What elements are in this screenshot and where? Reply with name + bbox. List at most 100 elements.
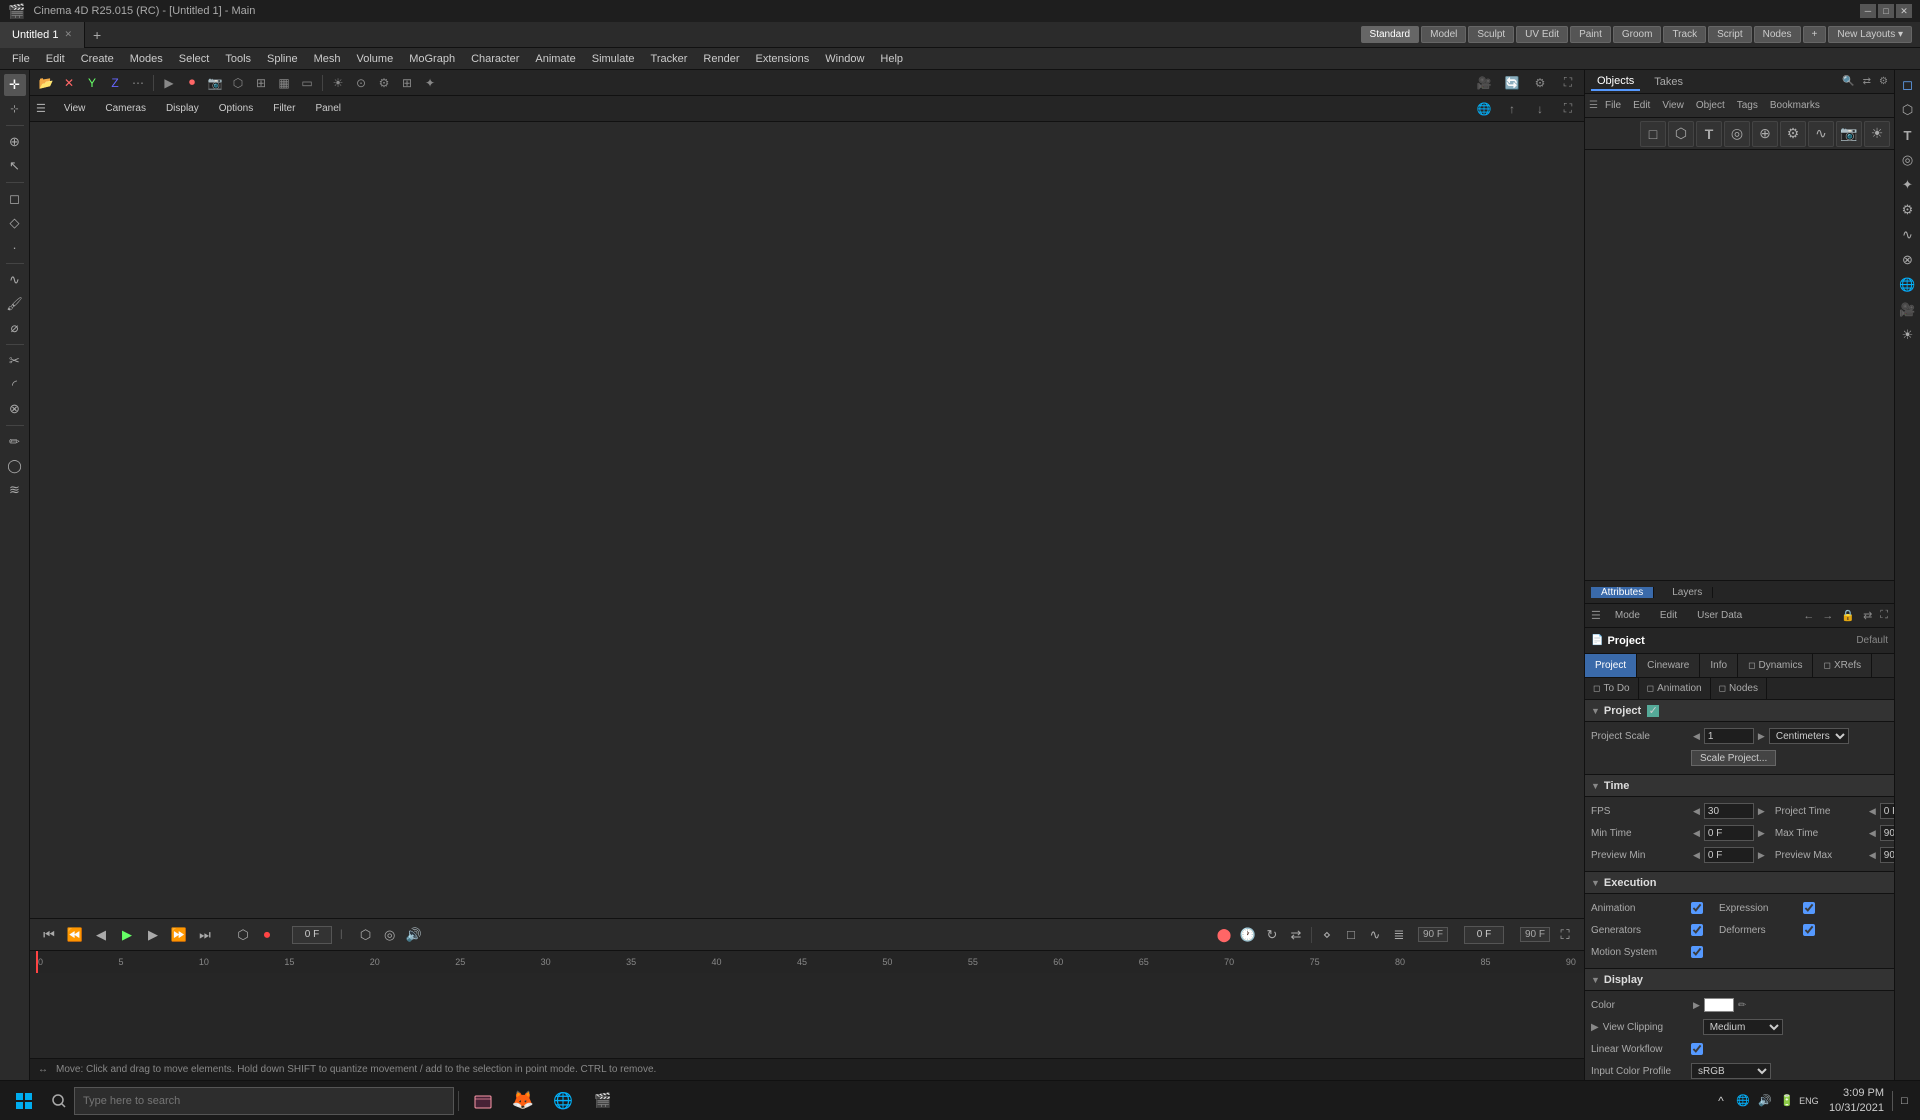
- color-edit-icon[interactable]: ✏: [1736, 1000, 1748, 1011]
- attr-tab-dynamics[interactable]: ◻ Dynamics: [1738, 654, 1813, 677]
- prevmin-arrow-left[interactable]: ◀: [1691, 850, 1702, 861]
- project-time-input[interactable]: [1880, 803, 1894, 819]
- menu-mesh[interactable]: Mesh: [306, 51, 349, 67]
- tl-render-preview[interactable]: ⬤: [1213, 924, 1235, 946]
- close-button[interactable]: ✕: [1896, 4, 1912, 18]
- new-layouts-button[interactable]: New Layouts ▾: [1828, 26, 1912, 43]
- tl-icon-mute[interactable]: 🔊: [403, 924, 425, 946]
- far-right-icon-7[interactable]: ∿: [1897, 224, 1919, 246]
- viewport-icon-cam[interactable]: 📷: [205, 73, 225, 93]
- viewport-icon-line[interactable]: ▭: [297, 73, 317, 93]
- obj-view-menu[interactable]: View: [1657, 99, 1689, 112]
- tl-play[interactable]: ▶: [116, 924, 138, 946]
- obj-icon-deform[interactable]: ∿: [1808, 121, 1834, 147]
- project-scale-arrow-left[interactable]: ◀: [1691, 731, 1702, 742]
- tl-icon-curve2[interactable]: ∿: [1364, 924, 1386, 946]
- tl-key-mode[interactable]: ⬡: [232, 924, 254, 946]
- tool-knife[interactable]: ✂: [4, 350, 26, 372]
- menu-simulate[interactable]: Simulate: [584, 51, 643, 67]
- layout-standard[interactable]: Standard: [1361, 26, 1420, 43]
- taskbar-icon-edge[interactable]: 🌐: [545, 1083, 581, 1119]
- input-color-select[interactable]: sRGB: [1691, 1063, 1771, 1079]
- tl-fullscreen[interactable]: ⛶: [1554, 924, 1576, 946]
- tool-scale[interactable]: ⊹: [4, 98, 26, 120]
- view-clipping-select[interactable]: Medium: [1703, 1019, 1783, 1035]
- viewport-icon-rec[interactable]: ⏺: [182, 73, 202, 93]
- taskbar-search-bar[interactable]: [74, 1087, 454, 1115]
- layout-new[interactable]: +: [1803, 26, 1827, 43]
- viewport-icon-light[interactable]: ☀: [328, 73, 348, 93]
- objects-list-area[interactable]: [1584, 150, 1894, 580]
- viewport-icon-cam2[interactable]: 🎥: [1474, 73, 1494, 93]
- tray-icon-1[interactable]: ^: [1711, 1091, 1731, 1111]
- obj-tags-menu[interactable]: Tags: [1732, 99, 1763, 112]
- linear-workflow-checkbox[interactable]: [1691, 1043, 1703, 1055]
- viewport-icon-play[interactable]: ▶: [159, 73, 179, 93]
- tl-frame-input2[interactable]: [1464, 926, 1504, 944]
- project-scale-input[interactable]: [1704, 728, 1754, 744]
- tl-icon-box[interactable]: □: [1340, 924, 1362, 946]
- layout-track[interactable]: Track: [1663, 26, 1706, 43]
- attr-menu-icon[interactable]: ☰: [1591, 609, 1601, 622]
- tool-sculpt2[interactable]: ⌀: [4, 317, 26, 339]
- tool-lasso[interactable]: ◯: [4, 455, 26, 477]
- attributes-tab[interactable]: Attributes: [1591, 587, 1654, 598]
- menu-spline[interactable]: Spline: [259, 51, 306, 67]
- objects-settings-icon[interactable]: ⚙: [1879, 76, 1888, 87]
- scale-project-button[interactable]: Scale Project...: [1691, 750, 1776, 766]
- layout-paint[interactable]: Paint: [1570, 26, 1611, 43]
- menu-edit[interactable]: Edit: [38, 51, 73, 67]
- taskbar-icon-cinema4d[interactable]: 🎬: [585, 1083, 621, 1119]
- attr-back-icon[interactable]: ←: [1803, 610, 1814, 622]
- project-scale-arrow-right[interactable]: ▶: [1756, 731, 1767, 742]
- tab-untitled1[interactable]: Untitled 1 ✕: [0, 22, 85, 48]
- vp-menu-filter[interactable]: Filter: [267, 102, 301, 115]
- preview-max-input[interactable]: [1880, 847, 1894, 863]
- obj-icon-cam3[interactable]: 📷: [1836, 121, 1862, 147]
- far-right-icon-4[interactable]: ◎: [1897, 149, 1919, 171]
- viewport-icon-render[interactable]: ⊙: [351, 73, 371, 93]
- layout-model[interactable]: Model: [1421, 26, 1466, 43]
- mintime-arrow-left[interactable]: ◀: [1691, 828, 1702, 839]
- far-right-icon-9[interactable]: 🌐: [1897, 274, 1919, 296]
- far-right-icon-1[interactable]: ◻: [1897, 74, 1919, 96]
- vp-menu-options[interactable]: Options: [213, 102, 259, 115]
- tray-battery-icon[interactable]: 🔋: [1777, 1091, 1797, 1111]
- obj-icon-circle[interactable]: ◎: [1724, 121, 1750, 147]
- tab-add-button[interactable]: +: [85, 27, 109, 43]
- objects-tab[interactable]: Objects: [1591, 73, 1640, 91]
- maxtime-arrow-left[interactable]: ◀: [1867, 828, 1878, 839]
- obj-edit-menu[interactable]: Edit: [1628, 99, 1655, 112]
- mintime-arrow-right[interactable]: ▶: [1756, 828, 1767, 839]
- tool-polygon[interactable]: ◻: [4, 188, 26, 210]
- tl-icon-ping[interactable]: ⇄: [1285, 924, 1307, 946]
- tl-record[interactable]: ⏺: [256, 924, 278, 946]
- color-swatch[interactable]: [1704, 998, 1734, 1012]
- min-time-input[interactable]: [1704, 825, 1754, 841]
- objects-sync-icon[interactable]: ⇄: [1863, 76, 1871, 87]
- obj-file-menu[interactable]: File: [1600, 99, 1626, 112]
- menu-help[interactable]: Help: [872, 51, 911, 67]
- objects-search-icon[interactable]: 🔍: [1842, 76, 1854, 87]
- menu-file[interactable]: File: [4, 51, 38, 67]
- far-right-icon-8[interactable]: ⊗: [1897, 249, 1919, 271]
- viewport-canvas[interactable]: [30, 122, 1584, 918]
- far-right-icon-3[interactable]: T: [1897, 124, 1919, 146]
- viewport-world-icon[interactable]: 🌐: [1474, 99, 1494, 119]
- layout-uvedit[interactable]: UV Edit: [1516, 26, 1568, 43]
- minimize-button[interactable]: ─: [1860, 4, 1876, 18]
- attr-sub-todo[interactable]: ◻ To Do: [1585, 678, 1639, 699]
- tl-prev-frame[interactable]: ⏪: [64, 924, 86, 946]
- expression-checkbox[interactable]: [1803, 902, 1815, 914]
- far-right-icon-6[interactable]: ⚙: [1897, 199, 1919, 221]
- fps-input[interactable]: [1704, 803, 1754, 819]
- takes-tab[interactable]: Takes: [1648, 74, 1689, 90]
- layers-tab[interactable]: Layers: [1662, 587, 1713, 598]
- tool-paint[interactable]: 🖌: [4, 293, 26, 315]
- taskbar-icon-browser[interactable]: 🦊: [505, 1083, 541, 1119]
- viewport-arrow-dn[interactable]: ↓: [1530, 99, 1550, 119]
- viewport-icon-star[interactable]: ✦: [420, 73, 440, 93]
- menu-volume[interactable]: Volume: [349, 51, 402, 67]
- timeline-tracks[interactable]: [30, 973, 1584, 1059]
- display-section-header[interactable]: ▼ Display: [1585, 969, 1894, 991]
